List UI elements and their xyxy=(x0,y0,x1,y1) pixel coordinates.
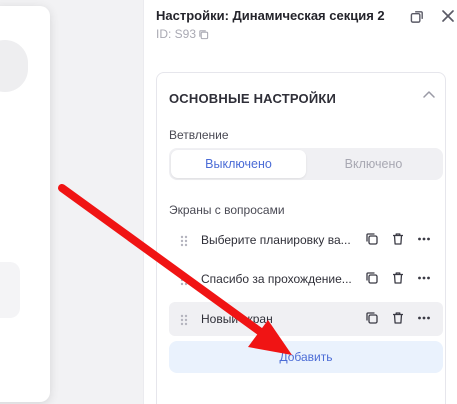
background-canvas xyxy=(0,0,148,404)
open-external-icon[interactable] xyxy=(407,6,427,26)
add-screen-button[interactable]: Добавить xyxy=(169,341,443,373)
trash-icon[interactable] xyxy=(391,232,405,251)
more-icon[interactable] xyxy=(417,311,431,330)
chevron-up-icon[interactable] xyxy=(421,87,437,108)
close-icon[interactable] xyxy=(438,6,457,26)
screen-item[interactable]: Новый экран xyxy=(169,302,443,336)
screen-item-label: Выберите планировку ва... xyxy=(201,233,351,247)
more-icon[interactable] xyxy=(417,271,431,290)
panel-id-text: ID: S93 xyxy=(156,27,197,41)
screen-item-label: Спасибо за прохождение... xyxy=(201,272,352,286)
copy-id-icon[interactable] xyxy=(198,29,209,40)
panel-title: Настройки: Динамическая секция 2 xyxy=(156,8,385,23)
branching-label: Ветвление xyxy=(169,128,229,142)
branching-on-option[interactable]: Включено xyxy=(306,150,441,178)
settings-panel: Настройки: Динамическая секция 2 ID: S93… xyxy=(143,0,457,404)
copy-icon[interactable] xyxy=(365,311,379,330)
branching-off-option[interactable]: Выключено xyxy=(171,150,306,178)
copy-icon[interactable] xyxy=(365,271,379,290)
section-heading: ОСНОВНЫЕ НАСТРОЙКИ xyxy=(169,91,337,106)
trash-icon[interactable] xyxy=(391,311,405,330)
drag-handle-icon[interactable] xyxy=(180,234,188,252)
panel-id-row: ID: S93 xyxy=(156,27,209,41)
more-icon[interactable] xyxy=(417,232,431,251)
copy-icon[interactable] xyxy=(365,232,379,251)
main-settings-section: ОСНОВНЫЕ НАСТРОЙКИ Ветвление Выключено В… xyxy=(156,72,446,404)
screen-item[interactable]: Спасибо за прохождение... xyxy=(169,262,443,296)
branching-toggle: Выключено Включено xyxy=(169,148,443,180)
screens-label: Экраны с вопросами xyxy=(169,203,285,217)
drag-handle-icon[interactable] xyxy=(180,273,188,291)
background-block xyxy=(0,262,20,318)
screen-item-label: Новый экран xyxy=(201,312,273,326)
screen-item[interactable]: Выберите планировку ва... xyxy=(169,223,443,257)
drag-handle-icon[interactable] xyxy=(180,313,188,331)
trash-icon[interactable] xyxy=(391,271,405,290)
